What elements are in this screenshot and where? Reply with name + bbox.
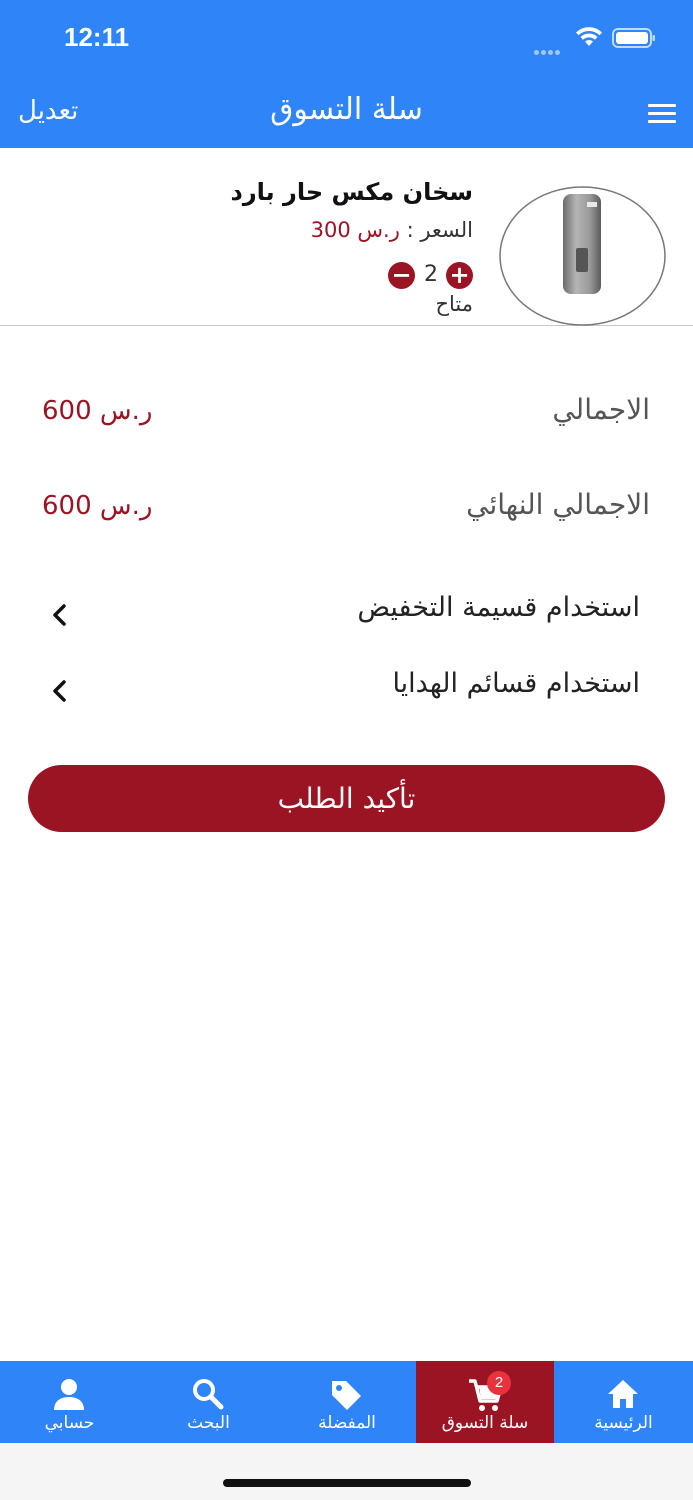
price-label: السعر : — [406, 218, 473, 242]
tab-cart-label: سلة التسوق — [441, 1413, 529, 1433]
tab-favorites[interactable]: المفضلة — [278, 1361, 416, 1443]
cart-count-badge: 2 — [487, 1371, 511, 1395]
page-title: سلة التسوق — [270, 92, 423, 127]
chevron-left-icon — [53, 680, 66, 702]
tab-account-label: حسابي — [44, 1413, 95, 1433]
total-label: الاجمالي — [552, 393, 650, 426]
cellular-signal-icon — [534, 40, 566, 55]
use-discount-coupon-row[interactable]: استخدام قسيمة التخفيض — [40, 592, 650, 642]
gift-voucher-label: استخدام قسائم الهدايا — [392, 668, 640, 699]
tab-search-label: البحث — [187, 1413, 230, 1433]
home-indicator-area — [0, 1443, 693, 1500]
tab-bar: حسابي البحث المفضلة 2 سلة التسوق الرئيسي… — [0, 1361, 693, 1443]
quantity-stepper: − 2 + — [386, 260, 476, 290]
use-gift-voucher-row[interactable]: استخدام قسائم الهدايا — [40, 668, 650, 718]
battery-icon — [612, 28, 655, 48]
total-value: ر.س 600 — [42, 396, 153, 426]
final-total-value: ر.س 600 — [42, 491, 153, 521]
tag-icon — [332, 1381, 361, 1410]
user-icon — [54, 1379, 84, 1410]
menu-icon[interactable] — [648, 104, 676, 126]
product-name: سخان مكس حار بارد — [230, 178, 473, 206]
wifi-icon — [576, 27, 602, 46]
search-icon — [193, 1379, 224, 1410]
app-header: 12:11 تعديل سلة التسوق — [0, 0, 693, 148]
tab-favorites-label: المفضلة — [318, 1413, 376, 1433]
minus-icon[interactable]: − — [388, 262, 415, 289]
availability-status: متاح — [435, 292, 473, 316]
product-image[interactable] — [499, 186, 666, 326]
tab-search[interactable]: البحث — [139, 1361, 278, 1443]
discount-coupon-label: استخدام قسيمة التخفيض — [357, 592, 640, 623]
chevron-left-icon — [53, 604, 66, 626]
final-total-label: الاجمالي النهائي — [466, 488, 650, 521]
quantity-value: 2 — [424, 262, 438, 287]
home-indicator[interactable] — [223, 1479, 471, 1487]
tab-home[interactable]: الرئيسية — [554, 1361, 693, 1443]
product-price: السعر : ر.س 300 — [311, 218, 473, 242]
price-value: ر.س 300 — [310, 218, 400, 242]
home-icon — [608, 1380, 638, 1408]
tab-cart[interactable]: 2 سلة التسوق — [416, 1361, 554, 1443]
confirm-order-button[interactable]: تأكيد الطلب — [28, 765, 665, 832]
tab-home-label: الرئيسية — [594, 1413, 653, 1433]
plus-icon[interactable]: + — [446, 262, 473, 289]
status-time: 12:11 — [64, 22, 130, 52]
tab-account[interactable]: حسابي — [0, 1361, 139, 1443]
